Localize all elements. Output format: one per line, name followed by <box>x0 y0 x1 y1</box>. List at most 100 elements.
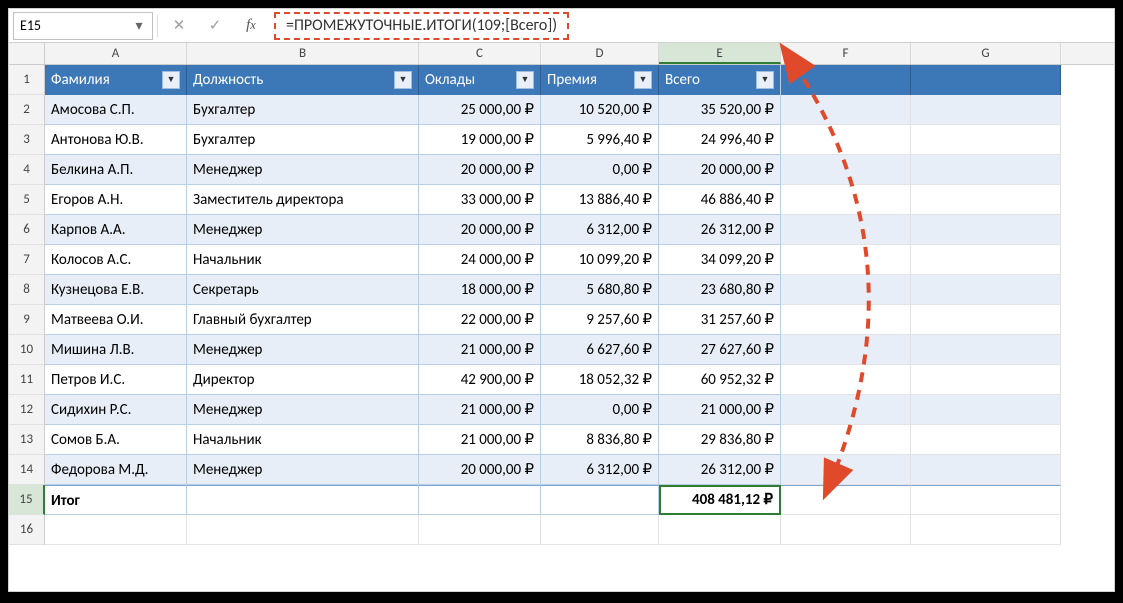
cell[interactable]: 18 000,00 ₽ <box>419 275 541 305</box>
empty-cell[interactable] <box>781 425 911 455</box>
cell[interactable]: 24 000,00 ₽ <box>419 245 541 275</box>
cell[interactable]: 31 257,60 ₽ <box>659 305 781 335</box>
row-header[interactable]: 1 <box>9 65 45 95</box>
cell[interactable]: Карпов А.А. <box>45 215 187 245</box>
cell[interactable]: Федорова М.Д. <box>45 455 187 485</box>
cell[interactable]: Начальник <box>187 425 419 455</box>
empty-cell[interactable] <box>781 95 911 125</box>
cell[interactable]: Менеджер <box>187 395 419 425</box>
cell[interactable]: 5 996,40 ₽ <box>541 125 659 155</box>
row-header[interactable]: 9 <box>9 305 45 335</box>
empty-cell[interactable] <box>541 515 659 545</box>
cell[interactable]: 20 000,00 ₽ <box>419 215 541 245</box>
empty-cell[interactable] <box>911 275 1061 305</box>
empty-cell[interactable] <box>911 515 1061 545</box>
empty-cell[interactable] <box>187 515 419 545</box>
cell[interactable]: 8 836,80 ₽ <box>541 425 659 455</box>
cell[interactable]: 0,00 ₽ <box>541 155 659 185</box>
cell[interactable]: 0,00 ₽ <box>541 395 659 425</box>
cell[interactable]: 19 000,00 ₽ <box>419 125 541 155</box>
empty-cell[interactable] <box>419 515 541 545</box>
empty-cell[interactable] <box>659 515 781 545</box>
cell[interactable]: 6 312,00 ₽ <box>541 455 659 485</box>
empty-cell[interactable] <box>911 95 1061 125</box>
row-header[interactable]: 16 <box>9 515 45 545</box>
cell[interactable]: Антонова Ю.В. <box>45 125 187 155</box>
cell[interactable]: Секретарь <box>187 275 419 305</box>
cell[interactable]: 29 836,80 ₽ <box>659 425 781 455</box>
empty-cell[interactable] <box>911 245 1061 275</box>
cell[interactable]: 10 520,00 ₽ <box>541 95 659 125</box>
cell[interactable]: 23 680,80 ₽ <box>659 275 781 305</box>
row-header[interactable]: 15 <box>9 485 45 515</box>
cell[interactable]: Бухгалтер <box>187 95 419 125</box>
cell[interactable]: 13 886,40 ₽ <box>541 185 659 215</box>
empty-cell[interactable] <box>911 425 1061 455</box>
total-label-cell[interactable]: Итог <box>45 485 187 515</box>
cell[interactable]: Белкина А.П. <box>45 155 187 185</box>
row-header[interactable]: 3 <box>9 125 45 155</box>
empty-cell[interactable] <box>781 65 911 95</box>
col-header-C[interactable]: C <box>419 43 541 64</box>
cell[interactable]: Сидихин Р.С. <box>45 395 187 425</box>
empty-cell[interactable] <box>911 485 1061 515</box>
cell[interactable]: Менеджер <box>187 455 419 485</box>
filter-icon[interactable]: ▼ <box>516 71 534 89</box>
cancel-icon[interactable]: ✕ <box>166 13 192 39</box>
cell[interactable]: 22 000,00 ₽ <box>419 305 541 335</box>
header-cell[interactable]: Оклады▼ <box>419 65 541 95</box>
cell[interactable] <box>541 485 659 515</box>
cell[interactable]: 34 099,20 ₽ <box>659 245 781 275</box>
cell[interactable]: Колосов А.С. <box>45 245 187 275</box>
row-header[interactable]: 14 <box>9 455 45 485</box>
empty-cell[interactable] <box>911 155 1061 185</box>
cell[interactable]: 9 257,60 ₽ <box>541 305 659 335</box>
cell[interactable] <box>419 485 541 515</box>
cell[interactable]: Менеджер <box>187 335 419 365</box>
empty-cell[interactable] <box>911 395 1061 425</box>
header-cell[interactable]: Фамилия▼ <box>45 65 187 95</box>
col-header-D[interactable]: D <box>541 43 659 64</box>
cell[interactable]: 20 000,00 ₽ <box>419 455 541 485</box>
cell[interactable]: Сомов Б.А. <box>45 425 187 455</box>
empty-cell[interactable] <box>911 305 1061 335</box>
empty-cell[interactable] <box>45 515 187 545</box>
row-header[interactable]: 11 <box>9 365 45 395</box>
row-header[interactable]: 12 <box>9 395 45 425</box>
cell[interactable]: 60 952,32 ₽ <box>659 365 781 395</box>
cell[interactable] <box>187 485 419 515</box>
empty-cell[interactable] <box>781 485 911 515</box>
filter-icon[interactable]: ▼ <box>634 71 652 89</box>
cell[interactable]: 21 000,00 ₽ <box>419 335 541 365</box>
col-header-E[interactable]: E <box>659 43 781 64</box>
cell[interactable]: 20 000,00 ₽ <box>659 155 781 185</box>
empty-cell[interactable] <box>781 395 911 425</box>
cell[interactable]: 42 900,00 ₽ <box>419 365 541 395</box>
formula-input-area[interactable]: =ПРОМЕЖУТОЧНЫЕ.ИТОГИ(109;[Всего]) <box>270 11 1110 41</box>
cell[interactable]: 21 000,00 ₽ <box>419 395 541 425</box>
cell[interactable]: Менеджер <box>187 155 419 185</box>
header-cell[interactable]: Премия▼ <box>541 65 659 95</box>
empty-cell[interactable] <box>781 215 911 245</box>
empty-cell[interactable] <box>911 185 1061 215</box>
row-header[interactable]: 7 <box>9 245 45 275</box>
row-header[interactable]: 6 <box>9 215 45 245</box>
empty-cell[interactable] <box>911 455 1061 485</box>
empty-cell[interactable] <box>911 215 1061 245</box>
filter-icon[interactable]: ▼ <box>162 71 180 89</box>
name-box[interactable]: E15 ▾ <box>13 12 153 40</box>
cell[interactable]: 10 099,20 ₽ <box>541 245 659 275</box>
cell[interactable]: Менеджер <box>187 215 419 245</box>
empty-cell[interactable] <box>781 125 911 155</box>
empty-cell[interactable] <box>781 335 911 365</box>
worksheet-grid[interactable]: A B C D E F G 1 Фамилия▼ Должность▼ Окла… <box>9 43 1114 545</box>
cell[interactable]: Начальник <box>187 245 419 275</box>
active-cell[interactable]: 408 481,12 ₽▼ <box>659 485 781 515</box>
col-header-F[interactable]: F <box>781 43 911 64</box>
empty-cell[interactable] <box>781 155 911 185</box>
cell[interactable]: 6 312,00 ₽ <box>541 215 659 245</box>
chevron-down-icon[interactable]: ▾ <box>128 15 150 37</box>
empty-cell[interactable] <box>911 365 1061 395</box>
cell[interactable]: 26 312,00 ₽ <box>659 455 781 485</box>
cell[interactable]: Директор <box>187 365 419 395</box>
